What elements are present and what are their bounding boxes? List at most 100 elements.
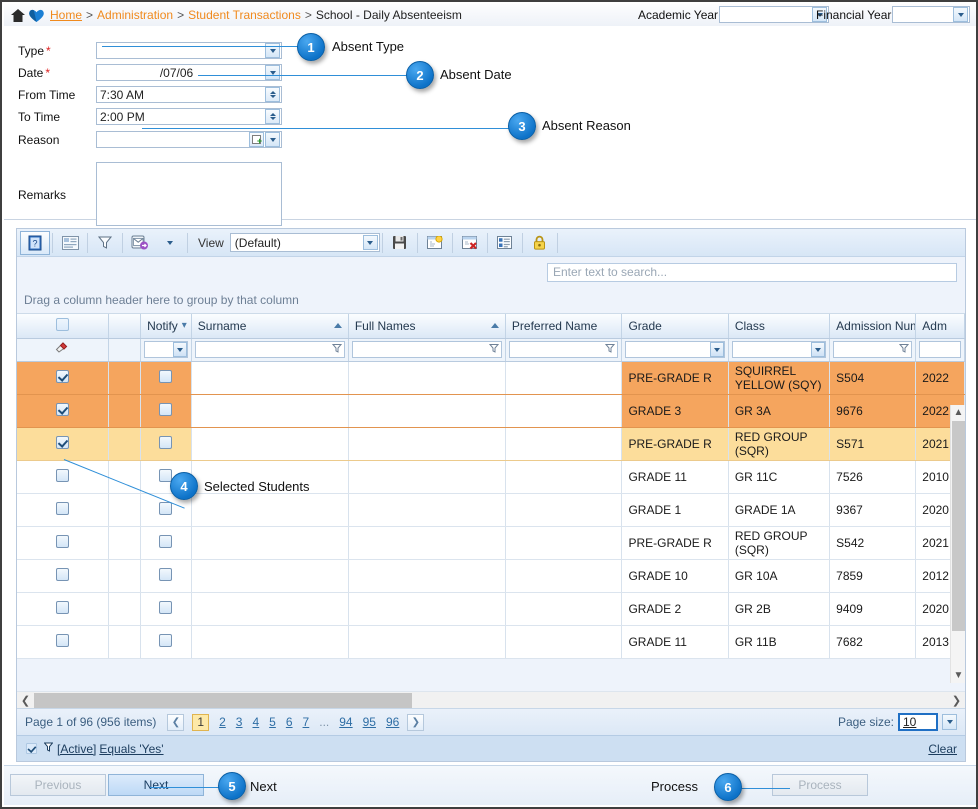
export-email-icon[interactable] xyxy=(125,231,155,255)
date-picker[interactable]: /07/06 xyxy=(96,64,282,81)
filter-clear-cell[interactable] xyxy=(17,338,109,362)
filter-cell-admission-date[interactable] xyxy=(915,338,965,362)
row-notify-checkbox-box[interactable] xyxy=(159,402,173,416)
horizontal-scrollbar[interactable]: ❮ ❯ xyxy=(17,691,965,709)
row-notify-checkbox-box[interactable] xyxy=(159,633,173,647)
filter-cell-preferred-name[interactable] xyxy=(505,338,623,362)
save-floppy-icon[interactable] xyxy=(385,231,415,255)
filter-cell-admission-number[interactable] xyxy=(829,338,917,362)
pagination-page-2[interactable]: 2 xyxy=(219,715,226,729)
row-select-checkbox[interactable] xyxy=(17,493,109,527)
pagination-next-button[interactable]: ❯ xyxy=(407,713,425,731)
chevron-down-icon[interactable] xyxy=(811,342,826,357)
surname-filter-input[interactable] xyxy=(194,341,345,358)
row-notify-checkbox[interactable] xyxy=(140,625,192,659)
filter-cell-grade[interactable] xyxy=(621,338,729,362)
filter-funnel-icon[interactable] xyxy=(899,343,910,357)
row-select-checkbox[interactable] xyxy=(17,427,109,461)
admission-date-filter-input[interactable] xyxy=(919,341,961,358)
pagination-page-96[interactable]: 96 xyxy=(386,715,399,729)
breadcrumb-item-administration[interactable]: Administration xyxy=(97,8,173,22)
filter-cell-surname[interactable] xyxy=(191,338,349,362)
horizontal-scroll-thumb[interactable] xyxy=(34,692,412,708)
column-header-notify[interactable]: Notify ▾ xyxy=(140,314,192,339)
row-select-checkbox-box[interactable] xyxy=(55,633,69,647)
select-all-checkbox[interactable] xyxy=(55,317,69,331)
filter-funnel-icon[interactable] xyxy=(488,343,499,357)
filter-funnel-icon[interactable] xyxy=(605,343,616,357)
to-time-input[interactable]: 2:00 PM xyxy=(96,108,282,125)
chevron-down-icon[interactable] xyxy=(362,235,378,250)
column-header-admission-date[interactable]: Adm xyxy=(915,314,965,339)
page-size-dropdown[interactable]: 10 xyxy=(898,713,938,731)
new-layout-icon[interactable] xyxy=(420,231,450,255)
row-select-checkbox-box[interactable] xyxy=(55,435,69,449)
row-notify-checkbox-box[interactable] xyxy=(159,534,173,548)
preferred-name-filter-input[interactable] xyxy=(508,341,619,358)
row-select-checkbox[interactable] xyxy=(17,460,109,494)
row-select-checkbox-box[interactable] xyxy=(55,567,69,581)
home-icon[interactable] xyxy=(10,8,26,23)
row-notify-checkbox-box[interactable] xyxy=(159,369,173,383)
academic-year-dropdown[interactable] xyxy=(719,6,830,23)
favorite-heart-icon[interactable] xyxy=(28,8,45,23)
search-input[interactable]: Enter text to search... xyxy=(547,262,957,282)
pagination-page-4[interactable]: 4 xyxy=(252,715,259,729)
reason-lookup[interactable]: + xyxy=(96,131,282,148)
row-notify-checkbox[interactable] xyxy=(140,526,192,560)
filter-field-name[interactable]: [Active] xyxy=(57,742,96,756)
breadcrumb-home-link[interactable]: Home xyxy=(50,8,82,22)
filter-cell-notify[interactable] xyxy=(140,338,192,362)
column-header-select-all[interactable] xyxy=(17,314,109,339)
row-notify-checkbox[interactable] xyxy=(140,592,192,626)
scroll-right-icon[interactable]: ❯ xyxy=(948,692,965,709)
row-select-checkbox[interactable] xyxy=(17,592,109,626)
table-row[interactable]: GRADE 11 GR 11B 7682 2013 xyxy=(17,625,965,659)
row-select-checkbox[interactable] xyxy=(17,394,109,428)
table-row[interactable]: GRADE 11 GR 11C 7526 2010 xyxy=(17,460,965,494)
row-select-checkbox-box[interactable] xyxy=(55,402,69,416)
group-by-dropzone[interactable]: Drag a column header here to group by th… xyxy=(17,287,965,314)
row-select-checkbox-box[interactable] xyxy=(55,600,69,614)
row-select-checkbox-box[interactable] xyxy=(55,369,69,383)
horizontal-scroll-track[interactable] xyxy=(34,691,948,709)
pagination-page-95[interactable]: 95 xyxy=(363,715,376,729)
pagination-page-94[interactable]: 94 xyxy=(339,715,352,729)
chevron-down-icon[interactable] xyxy=(953,7,969,22)
column-header-class[interactable]: Class xyxy=(728,314,831,339)
table-row[interactable]: GRADE 2 GR 2B 9409 2020 xyxy=(17,592,965,626)
chevron-down-icon[interactable] xyxy=(172,342,187,357)
clear-filter-link[interactable]: Clear xyxy=(928,742,957,756)
process-button[interactable]: Process xyxy=(772,774,868,796)
row-notify-checkbox[interactable] xyxy=(140,361,192,395)
filter-cell-class[interactable] xyxy=(728,338,831,362)
filter-funnel-icon[interactable] xyxy=(331,343,342,357)
previous-button[interactable]: Previous xyxy=(10,774,106,796)
row-notify-checkbox-box[interactable] xyxy=(159,435,173,449)
spinner-icon[interactable] xyxy=(265,87,280,102)
grade-filter-dropdown[interactable] xyxy=(625,341,725,358)
spinner-icon[interactable] xyxy=(265,109,280,124)
row-notify-checkbox[interactable] xyxy=(140,394,192,428)
financial-year-dropdown[interactable] xyxy=(892,6,971,23)
full-names-filter-input[interactable] xyxy=(351,341,502,358)
remarks-textarea[interactable] xyxy=(96,162,282,226)
pagination-page-3[interactable]: 3 xyxy=(236,715,243,729)
admission-number-filter-input[interactable] xyxy=(833,341,913,358)
pagination-previous-button[interactable]: ❮ xyxy=(167,713,185,731)
notify-filter-dropdown[interactable] xyxy=(144,341,188,358)
row-notify-checkbox-box[interactable] xyxy=(159,567,173,581)
lock-padlock-icon[interactable] xyxy=(525,231,555,255)
column-header-full-names[interactable]: Full Names xyxy=(348,314,506,339)
layout-properties-icon[interactable] xyxy=(490,231,520,255)
table-row[interactable]: PRE-GRADE R SQUIRREL YELLOW (SQY) S504 2022 xyxy=(17,361,965,395)
row-select-checkbox-box[interactable] xyxy=(55,501,69,515)
scroll-left-icon[interactable]: ❮ xyxy=(17,692,34,709)
class-filter-dropdown[interactable] xyxy=(731,341,827,358)
card-view-icon[interactable] xyxy=(55,231,85,255)
row-select-checkbox[interactable] xyxy=(17,526,109,560)
filter-cell-full-names[interactable] xyxy=(348,338,506,362)
vertical-scroll-thumb[interactable] xyxy=(952,421,965,631)
export-dropdown-chevron-down-icon[interactable] xyxy=(155,231,185,255)
pagination-page-7[interactable]: 7 xyxy=(303,715,310,729)
